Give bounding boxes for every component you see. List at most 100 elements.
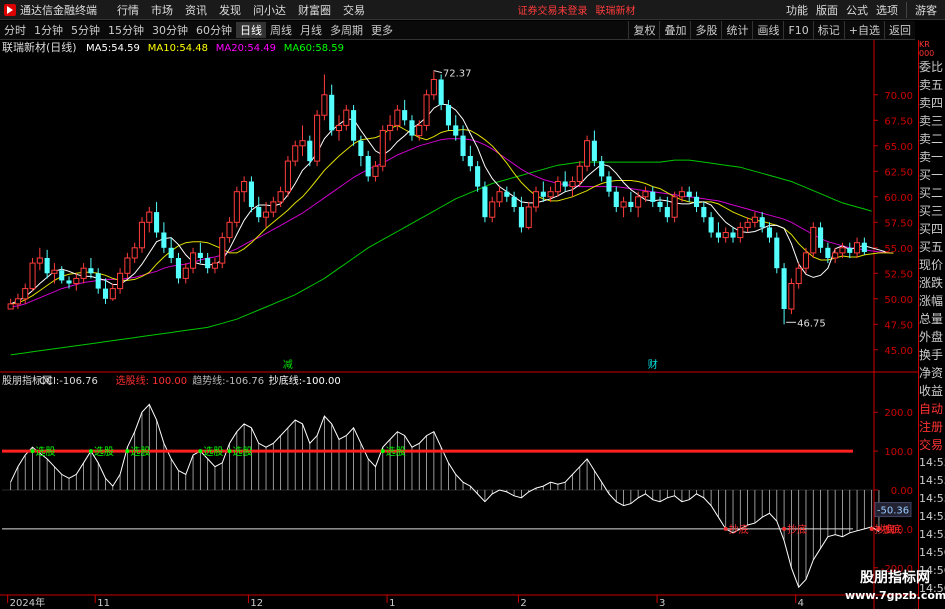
candle-body-112 xyxy=(825,247,831,258)
candle-65[interactable] xyxy=(482,181,488,223)
tool-mark-button[interactable]: 标记 xyxy=(812,21,844,39)
candle-body-99 xyxy=(730,232,736,238)
period-weekly[interactable]: 周线 xyxy=(266,22,296,38)
candle-body-56 xyxy=(416,124,423,137)
candle-body-13 xyxy=(102,288,109,299)
candle-body-84 xyxy=(620,201,627,208)
menu-item-quotes[interactable]: 行情 xyxy=(111,2,145,18)
tool-multi-stock-button[interactable]: 多股 xyxy=(690,21,721,39)
menu-item-options[interactable]: 选项 xyxy=(872,2,902,18)
ma-legend-0: MA5:54.59 xyxy=(86,43,140,54)
candle-body-8 xyxy=(66,280,72,284)
candle-18[interactable] xyxy=(138,217,146,253)
menu-item-layout[interactable]: 版面 xyxy=(812,2,842,18)
candle-body-115 xyxy=(847,247,853,253)
candle-body-16 xyxy=(124,257,131,274)
period-monthly[interactable]: 月线 xyxy=(296,22,326,38)
candle-31[interactable] xyxy=(233,186,240,228)
period-1min[interactable]: 1分钟 xyxy=(30,22,67,38)
side-item-10: 买五 xyxy=(919,240,944,254)
candle-51[interactable] xyxy=(379,125,386,172)
candle-59[interactable] xyxy=(438,74,444,111)
tool-stats-button[interactable]: 统计 xyxy=(721,21,752,39)
candle-body-3 xyxy=(29,262,36,290)
period-60min[interactable]: 60分钟 xyxy=(192,22,236,38)
ma-legend-3: MA60:58.59 xyxy=(284,43,344,54)
tool-adjust-button[interactable]: 复权 xyxy=(628,21,659,39)
select-signal-dot-1 xyxy=(88,449,93,454)
candle-body-73 xyxy=(540,191,546,197)
candle-38[interactable] xyxy=(284,156,291,197)
side-item-18: 收益 xyxy=(919,384,944,398)
watermark: 股朋指标网 www.7gpzb.com xyxy=(845,569,945,609)
chart-svg[interactable]: 70.00 67.50 65.00 62.50 60.00 57.50 55.00 52.50… xyxy=(0,40,918,609)
period-daily[interactable]: 日线 xyxy=(236,22,266,38)
candle-79[interactable] xyxy=(584,135,591,172)
candle-33[interactable] xyxy=(248,176,254,213)
menu-item-market[interactable]: 市场 xyxy=(145,2,179,18)
candle-body-24 xyxy=(182,267,189,279)
candle-110[interactable] xyxy=(810,222,817,258)
candle-body-95 xyxy=(701,207,707,218)
tool-back-button[interactable]: 返回 xyxy=(884,21,915,39)
side-item-20[interactable]: 注册 xyxy=(919,418,945,436)
tool-draw-button[interactable]: 画线 xyxy=(752,21,783,39)
menu-item-discover[interactable]: 发现 xyxy=(213,2,247,18)
candle-body-87 xyxy=(642,191,649,198)
guest-button[interactable]: 游客 xyxy=(906,1,945,18)
side-item-6: 买一 xyxy=(919,168,944,182)
candle-body-89 xyxy=(657,201,663,207)
candle-42[interactable] xyxy=(314,110,321,167)
price-tick-label-10: 45.00 xyxy=(884,346,913,357)
side-item-12: 涨跌 xyxy=(919,276,944,290)
tool-overlay-button[interactable]: 叠加 xyxy=(659,21,690,39)
ma-legend-2: MA20:54.49 xyxy=(216,43,276,54)
candle-body-117 xyxy=(861,242,867,252)
candle-57[interactable] xyxy=(423,89,430,131)
tool-f10-button[interactable]: F10 xyxy=(783,21,812,39)
menu-item-function[interactable]: 功能 xyxy=(782,2,812,18)
chart-area[interactable]: 70.00 67.50 65.00 62.50 60.00 57.50 55.00 52.50… xyxy=(0,40,945,609)
side-item-19[interactable]: 自动 xyxy=(919,400,945,418)
period-multi[interactable]: 多周期 xyxy=(326,22,367,38)
candle-body-80 xyxy=(591,140,597,162)
period-5min[interactable]: 5分钟 xyxy=(67,22,104,38)
bottom-signal-last: 抄底 xyxy=(875,523,895,536)
login-notice[interactable]: 证券交易未登录 xyxy=(514,2,592,17)
candle-3[interactable] xyxy=(29,258,36,291)
menu-item-wealth[interactable]: 财富圈 xyxy=(292,2,337,18)
xaxis-label-1: 11 xyxy=(97,598,110,609)
candle-body-102 xyxy=(751,216,758,223)
period-more[interactable]: 更多 xyxy=(367,22,397,38)
menu-item-ask[interactable]: 问小达 xyxy=(247,2,292,18)
period-intraday[interactable]: 分时 xyxy=(0,22,30,38)
candle-29[interactable] xyxy=(219,232,226,269)
tool-add-watchlist-button[interactable]: +自选 xyxy=(843,21,884,39)
side-time-1: 14:55 xyxy=(919,474,945,487)
menu-item-news[interactable]: 资讯 xyxy=(179,2,213,18)
price-tick-label-9: 47.50 xyxy=(884,320,913,331)
candle-body-101 xyxy=(744,221,751,228)
candle-body-68 xyxy=(504,191,510,197)
candle-body-111 xyxy=(818,227,824,248)
period-30min[interactable]: 30分钟 xyxy=(148,22,192,38)
bottom-signal-dot-1 xyxy=(782,526,787,531)
candle-body-30 xyxy=(226,221,233,239)
select-signal-dot-5 xyxy=(380,449,385,454)
candle-body-51 xyxy=(379,130,386,167)
candle-body-58 xyxy=(430,79,437,96)
candle-47[interactable] xyxy=(351,105,357,146)
candle-body-106 xyxy=(781,268,787,309)
period-15min[interactable]: 15分钟 xyxy=(104,22,148,38)
menu-item-formula[interactable]: 公式 xyxy=(842,2,872,18)
side-item-21[interactable]: 交易 xyxy=(919,436,945,454)
candle-body-62 xyxy=(460,135,466,156)
candle-body-52 xyxy=(387,124,394,132)
candle-107[interactable] xyxy=(788,278,795,315)
candle-body-116 xyxy=(854,242,861,254)
candle-105[interactable] xyxy=(774,232,780,274)
bottom-signal-0: 抄底 xyxy=(729,523,749,536)
candle-body-21 xyxy=(161,232,167,248)
period-toolbar: 分时 1分钟 5分钟 15分钟 30分钟 60分钟 日线 周线 月线 多周期 更… xyxy=(0,21,915,40)
menu-item-trade[interactable]: 交易 xyxy=(337,2,371,18)
